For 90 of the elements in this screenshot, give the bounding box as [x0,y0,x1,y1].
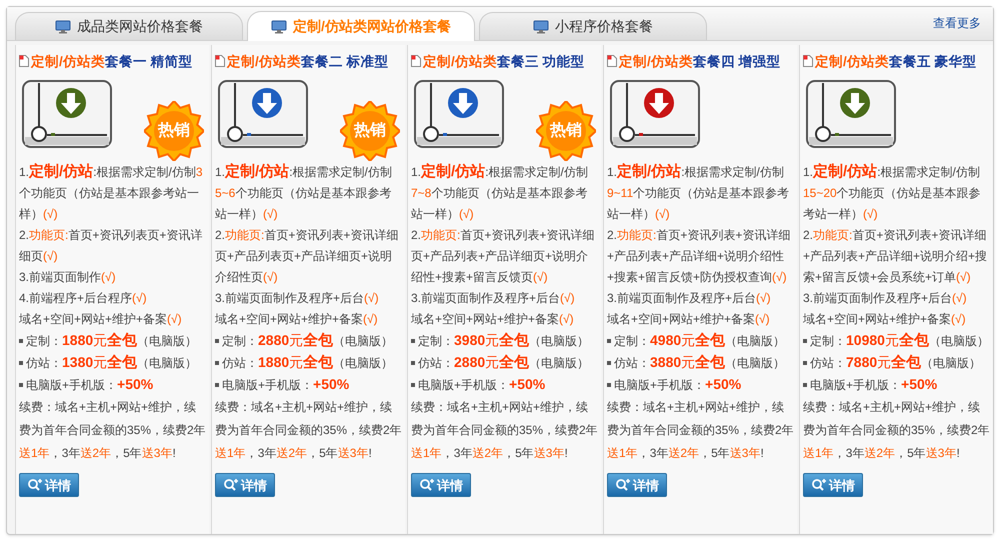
bullet-icon [607,361,611,365]
zoom-in-icon [27,478,43,492]
renewal-text: 续费：域名+主机+网站+维护，续费为首年合同金额的35%，续费2年 送1年，3年送2年，5年送3年! [215,399,402,462]
zoom-in-icon [419,478,435,492]
more-link[interactable]: 查看更多 [933,14,981,32]
price-text: 定制：3980元全包（电脑版） [418,331,590,351]
hard-drive-icon [609,79,701,151]
bullet-icon [19,383,23,387]
renewal-text: 续费：域名+主机+网站+维护，续费为首年合同金额的35%，续费2年 送1年，3年送2年，5年送3年! [803,399,990,462]
feature-text: 1.定制/仿站:根据需求定制/仿制3 个功能页（仿站是基本跟参考站一样）(√) [19,162,204,223]
hard-drive-icon [21,79,113,151]
details-button[interactable]: 详情 [411,473,471,497]
document-icon [607,55,617,67]
bullet-icon [411,361,415,365]
bullet-icon [607,339,611,343]
hard-drive-icon [413,79,505,151]
feature-text: 1.定制/仿站:根据需求定制/仿制 5~6个功能页（仿站是基本跟参考站一样）(√) [215,162,393,223]
price-text: 定制：1880元全包（电脑版） [26,331,198,351]
zoom-in-icon [811,478,827,492]
document-icon [19,55,29,67]
feature-text: 3.前端页面制作及程序+后台(√) [411,290,576,307]
hot-sale-badge: 热销 [144,101,204,161]
feature-text: 域名+空间+网站+维护+备案(√) [411,311,575,328]
document-icon [411,55,421,67]
details-button[interactable]: 详情 [803,473,863,497]
package-title[interactable]: 定制/仿站类套餐三 功能型 [423,50,585,72]
bullet-icon [215,361,219,365]
price-text: 仿站：2880元全包（电脑版） [418,353,590,373]
feature-text: 3.前端页面制作(√) [19,269,117,286]
package-title[interactable]: 定制/仿站类套餐一 精简型 [31,50,193,72]
feature-text: 2.功能页:首页+资讯列表+资讯详细+产品列表+产品详细+说明介绍性+搜素+留言反馈+防伪授权查询(√) [607,227,792,286]
document-icon [803,55,813,67]
price-text: 仿站：7880元全包（电脑版） [810,353,982,373]
renewal-text: 续费：域名+主机+网站+维护，续费为首年合同金额的35%，续费2年 送1年，3年送2年，5年送3年! [411,399,598,462]
feature-text: 域名+空间+网站+维护+备案(√) [607,311,771,328]
bullet-icon [19,361,23,365]
feature-text: 域名+空间+网站+维护+备案(√) [803,311,967,328]
price-text: 定制：10980元全包（电脑版） [810,331,989,351]
monitor-icon [55,20,71,34]
bullet-icon [803,361,807,365]
feature-text: 4.前端程序+后台程序(√) [19,290,148,307]
hot-sale-badge: 热销 [536,101,596,161]
price-text: 电脑版+手机版：+50% [614,375,742,394]
renewal-text: 续费：域名+主机+网站+维护，续费为首年合同金额的35%，续费2年 送1年，3年送2年，5年送3年! [19,399,206,462]
price-text: 电脑版+手机版：+50% [418,375,546,394]
feature-text: 3.前端页面制作及程序+后台(√) [607,290,772,307]
feature-text: 域名+空间+网站+维护+备案(√) [215,311,379,328]
hard-drive-icon [805,79,897,151]
renewal-text: 续费：域名+主机+网站+维护，续费为首年合同金额的35%，续费2年 送1年，3年送2年，5年送3年! [607,399,794,462]
price-text: 仿站：1880元全包（电脑版） [222,353,394,373]
details-button[interactable]: 详情 [607,473,667,497]
tab[interactable]: 小程序价格套餐 [479,12,707,40]
feature-text: 2.功能页:首页+资讯列表+资讯详细+产品列表+产品详细+说明介绍+搜索+留言反馈+会员系统+订单(√) [803,227,988,286]
tab[interactable]: 成品类网站价格套餐 [15,12,243,40]
zoom-in-icon [223,478,239,492]
bullet-icon [803,383,807,387]
package-title[interactable]: 定制/仿站类套餐四 增强型 [619,50,781,72]
feature-text: 域名+空间+网站+维护+备案(√) [19,311,183,328]
price-text: 仿站：3880元全包（电脑版） [614,353,786,373]
bullet-icon [411,383,415,387]
bullet-icon [215,339,219,343]
bullet-icon [411,339,415,343]
feature-text: 3.前端页面制作及程序+后台(√) [215,290,380,307]
price-text: 电脑版+手机版：+50% [222,375,350,394]
bullet-icon [215,383,219,387]
details-button[interactable]: 详情 [215,473,275,497]
details-button[interactable]: 详情 [19,473,79,497]
feature-text: 2.功能页:首页+资讯列表+资讯详细页+产品列表+产品详细页+说明介绍性+搜素+留言反馈页(√) [411,227,596,286]
bullet-icon [607,383,611,387]
price-text: 电脑版+手机版：+50% [810,375,938,394]
hot-sale-badge: 热销 [340,101,400,161]
monitor-icon [533,20,549,34]
bullet-icon [19,339,23,343]
price-text: 定制：4980元全包（电脑版） [614,331,786,351]
feature-text: 2.功能页:首页+资讯列表+资讯详细页+产品列表页+产品详细页+说明介绍性页(√) [215,227,400,286]
package-title[interactable]: 定制/仿站类套餐二 标准型 [227,50,389,72]
price-text: 定制：2880元全包（电脑版） [222,331,394,351]
monitor-icon [271,20,288,34]
feature-text: 1.定制/仿站:根据需求定制/仿制 9~11个功能页（仿站是基本跟参考站一样）(√) [607,162,790,223]
feature-text: 2.功能页:首页+资讯列表页+资讯详细页(√) [19,227,204,265]
zoom-in-icon [615,478,631,492]
feature-text: 1.定制/仿站:根据需求定制/仿制 7~8个功能页（仿站是基本跟参考站一样）(√) [411,162,589,223]
bullet-icon [803,339,807,343]
feature-text: 1.定制/仿站:根据需求定制/仿制 15~20个功能页（仿站是基本跟参考站一样）(√) [803,162,982,223]
price-text: 仿站：1380元全包（电脑版） [26,353,198,373]
hard-drive-icon [217,79,309,151]
price-text: 电脑版+手机版：+50% [26,375,154,394]
package-title[interactable]: 定制/仿站类套餐五 豪华型 [815,50,977,72]
feature-text: 3.前端页面制作及程序+后台(√) [803,290,968,307]
document-icon [215,55,225,67]
